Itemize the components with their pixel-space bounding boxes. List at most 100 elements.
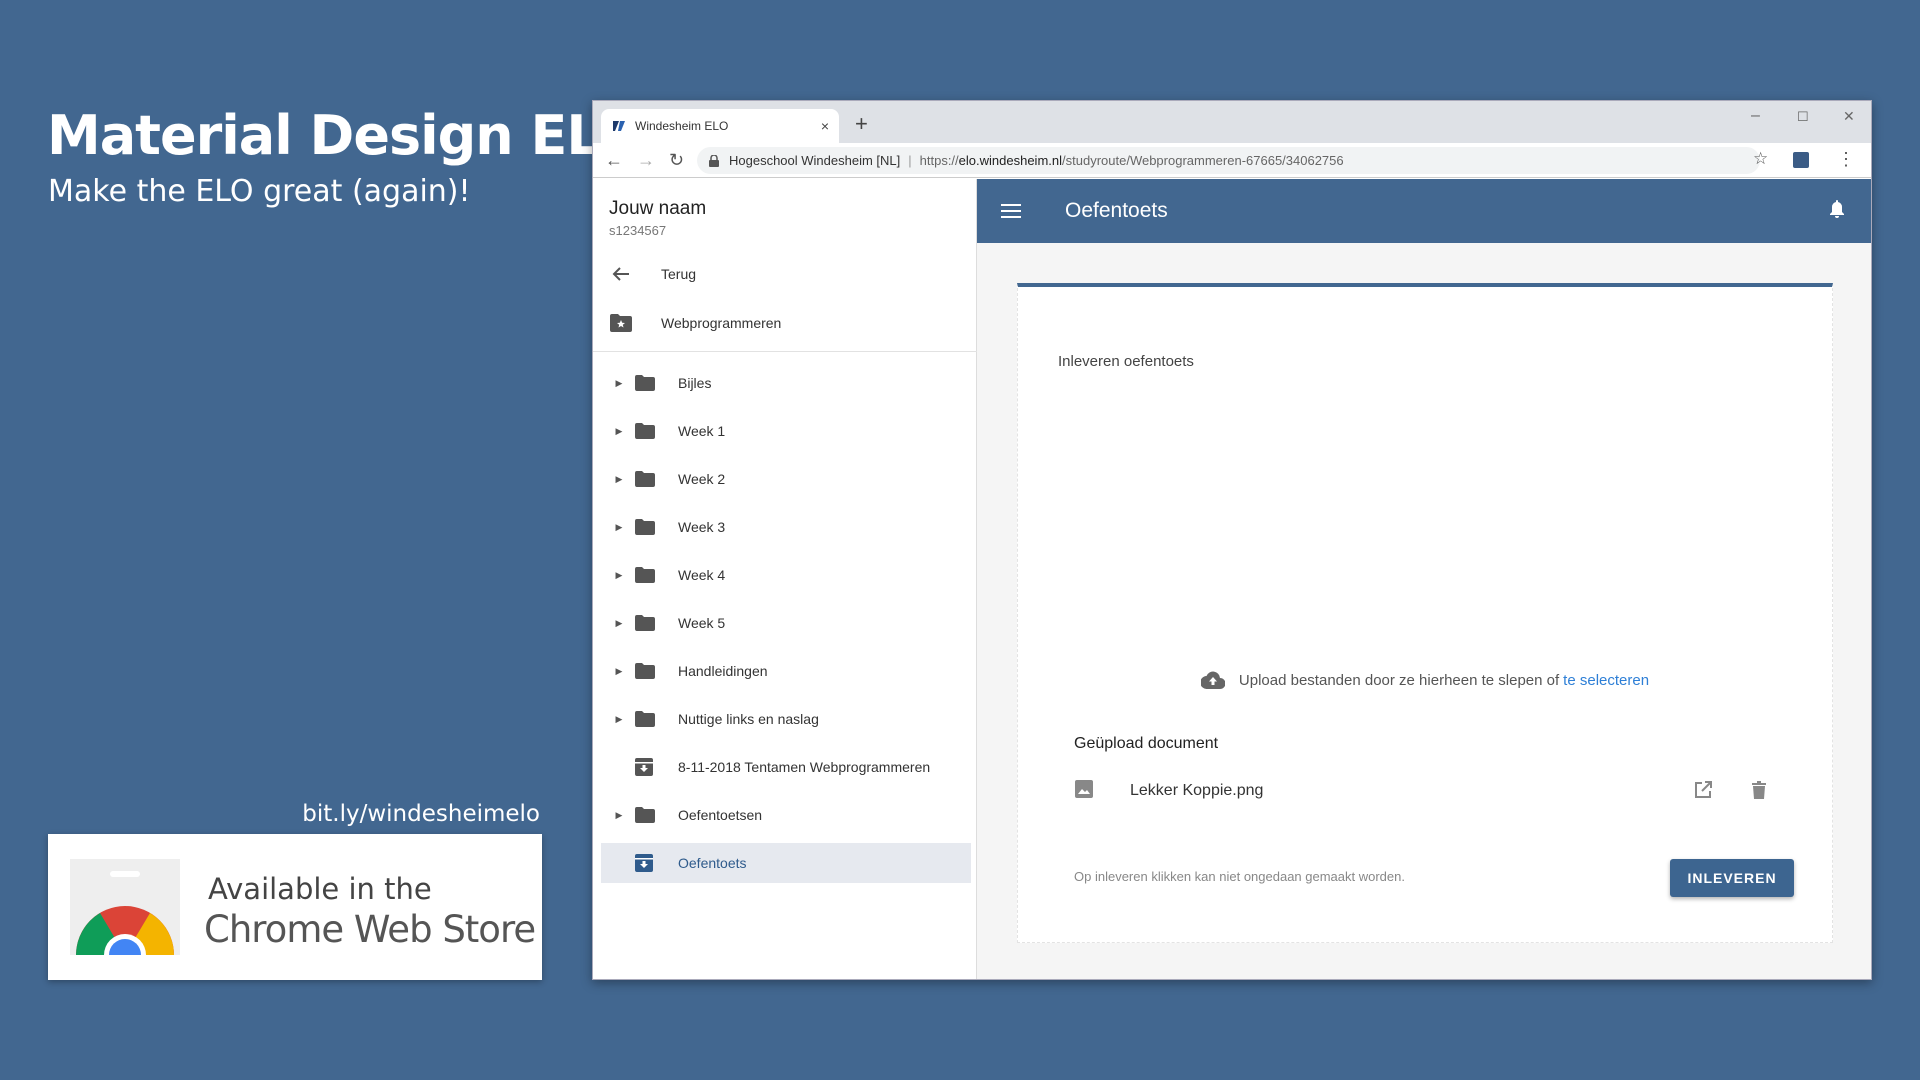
address-bar[interactable]: Hogeschool Windesheim [NL] | https://elo… [697, 147, 1760, 174]
tree-item[interactable]: ▶ Oefentoetsen [601, 795, 971, 835]
uploaded-documents-title: Geüpload document [1074, 735, 1219, 752]
user-name: Jouw naam [609, 198, 707, 219]
lock-icon [709, 154, 719, 167]
open-in-new-icon[interactable] [1694, 781, 1712, 804]
tree-item-label: Bijles [678, 375, 712, 391]
new-tab-button[interactable]: + [855, 111, 868, 137]
tab-close-icon[interactable]: × [821, 118, 829, 134]
submit-button[interactable]: INLEVEREN [1670, 859, 1794, 897]
chrome-web-store-logo-icon [70, 859, 180, 955]
tree-item[interactable]: ▶ Handleidingen [601, 651, 971, 691]
expand-caret-icon[interactable]: ▶ [611, 426, 627, 437]
upload-instructions: Upload bestanden door ze hierheen te sle… [1238, 671, 1560, 689]
image-file-icon [1074, 779, 1096, 804]
folder-icon [635, 711, 657, 727]
back-link-label: Terug [661, 266, 697, 282]
expand-caret-icon[interactable]: ▶ [611, 522, 627, 533]
tree-item[interactable]: ▶ Week 4 [601, 555, 971, 595]
extension-icon[interactable] [1793, 152, 1809, 168]
tree-item[interactable]: ▶ Week 2 [601, 459, 971, 499]
select-files-link[interactable]: te selecteren [1563, 672, 1649, 689]
tab-title: Windesheim ELO [635, 119, 729, 133]
tree-item[interactable]: ▶ Nuttige links en naslag [601, 699, 971, 739]
tree-item[interactable]: ▶ Week 1 [601, 411, 971, 451]
site-identity: Hogeschool Windesheim [NL] [729, 153, 901, 168]
page-title: Oefentoets [1065, 199, 1168, 222]
tree-item-label: Nuttige links en naslag [678, 711, 819, 727]
delete-trash-icon[interactable] [1752, 781, 1766, 804]
submit-warning-note: Op inleveren klikken kan niet ongedaan g… [1074, 869, 1405, 884]
browser-toolbar: ← → ↻ Hogeschool Windesheim [NL] | https… [593, 143, 1871, 178]
folder-icon [635, 567, 657, 583]
tree-item[interactable]: ▶8-11-2018 Tentamen Webprogrammeren [601, 747, 971, 787]
menu-icon[interactable] [1001, 203, 1021, 219]
folder-icon [635, 807, 657, 823]
main-content: Oefentoets Inleveren oefentoets Upload b… [977, 179, 1871, 979]
notifications-bell-icon[interactable] [1829, 199, 1845, 219]
folder-icon [635, 471, 657, 487]
tree-item[interactable]: ▶ Bijles [601, 363, 971, 403]
folder-icon [635, 423, 657, 439]
tree-item-label: Week 5 [678, 615, 726, 631]
tree-item-label: Oefentoets [678, 855, 747, 871]
folder-icon [635, 663, 657, 679]
back-arrow-icon[interactable]: ← [605, 150, 623, 171]
windesheim-favicon-icon [611, 118, 627, 134]
app-bar: Oefentoets [977, 179, 1871, 243]
browser-menu-icon[interactable]: ⋮ [1837, 149, 1855, 170]
course-link[interactable]: Webprogrammeren [593, 303, 977, 343]
reload-icon[interactable]: ↻ [669, 150, 684, 171]
tree-item-label: Handleidingen [678, 663, 768, 679]
card-heading: Inleveren oefentoets [1058, 353, 1194, 370]
upload-dropzone[interactable]: Upload bestanden door ze hierheen te sle… [1018, 671, 1832, 689]
navigation-drawer: Jouw naam s1234567 Terug Webprogrammeren… [593, 179, 977, 979]
expand-caret-icon[interactable]: ▶ [611, 378, 627, 389]
uploaded-file-row: Lekker Koppie.png [1074, 777, 1794, 805]
expand-caret-icon[interactable]: ▶ [611, 810, 627, 821]
cloud-upload-icon [1200, 671, 1225, 689]
tree-item-label: Week 4 [678, 567, 726, 583]
promo-link[interactable]: bit.ly/windesheimelo [300, 801, 540, 827]
folder-icon [635, 375, 657, 391]
tree-item-label: 8-11-2018 Tentamen Webprogrammeren [678, 759, 931, 775]
folder-icon [635, 519, 657, 535]
course-link-label: Webprogrammeren [661, 315, 782, 331]
tree-item[interactable]: ▶Oefentoets [601, 843, 971, 883]
tree-item[interactable]: ▶ Week 5 [601, 603, 971, 643]
url-path: /studyroute/Webprogrammeren-67665/340627… [1062, 153, 1344, 168]
promo-title: Material Design ELO [47, 104, 644, 167]
drawer-divider [593, 351, 977, 352]
forward-arrow-icon[interactable]: → [637, 150, 655, 171]
archive-icon [635, 758, 657, 776]
bookmark-star-icon[interactable]: ☆ [1753, 149, 1768, 169]
tree-item[interactable]: ▶ Week 3 [601, 507, 971, 547]
file-name: Lekker Koppie.png [1130, 782, 1264, 799]
user-id: s1234567 [609, 223, 667, 238]
url-host: elo.windesheim.nl [958, 153, 1063, 168]
archive-icon [635, 854, 657, 872]
expand-caret-icon[interactable]: ▶ [611, 474, 627, 485]
expand-caret-icon[interactable]: ▶ [611, 666, 627, 677]
minimize-button[interactable]: – [1751, 107, 1760, 125]
browser-tab[interactable]: Windesheim ELO × [601, 109, 839, 143]
expand-caret-icon[interactable]: ▶ [611, 618, 627, 629]
tab-bar: Windesheim ELO × + – ☐ ✕ [593, 101, 1871, 143]
tree-item-label: Oefentoetsen [678, 807, 763, 823]
chrome-web-store-badge[interactable]: Available in the Chrome Web Store [48, 834, 542, 980]
url-scheme: https:// [919, 153, 959, 168]
promo-subtitle: Make the ELO great (again)! [48, 174, 471, 209]
back-link[interactable]: Terug [593, 254, 977, 294]
expand-caret-icon[interactable]: ▶ [611, 714, 627, 725]
browser-window: Windesheim ELO × + – ☐ ✕ ← → ↻ Hogeschoo… [592, 100, 1872, 980]
elo-app: Jouw naam s1234567 Terug Webprogrammeren… [593, 179, 1871, 979]
folder-icon [635, 615, 657, 631]
close-window-button[interactable]: ✕ [1843, 108, 1855, 125]
tree-item-label: Week 3 [678, 519, 726, 535]
tree-item-label: Week 2 [678, 471, 726, 487]
maximize-button[interactable]: ☐ [1797, 109, 1809, 125]
arrow-left-icon [609, 265, 633, 283]
submission-card: Inleveren oefentoets Upload bestanden do… [1017, 283, 1833, 943]
folder-star-icon [609, 314, 633, 332]
expand-caret-icon[interactable]: ▶ [611, 570, 627, 581]
store-badge-line1: Available in the [208, 872, 432, 906]
